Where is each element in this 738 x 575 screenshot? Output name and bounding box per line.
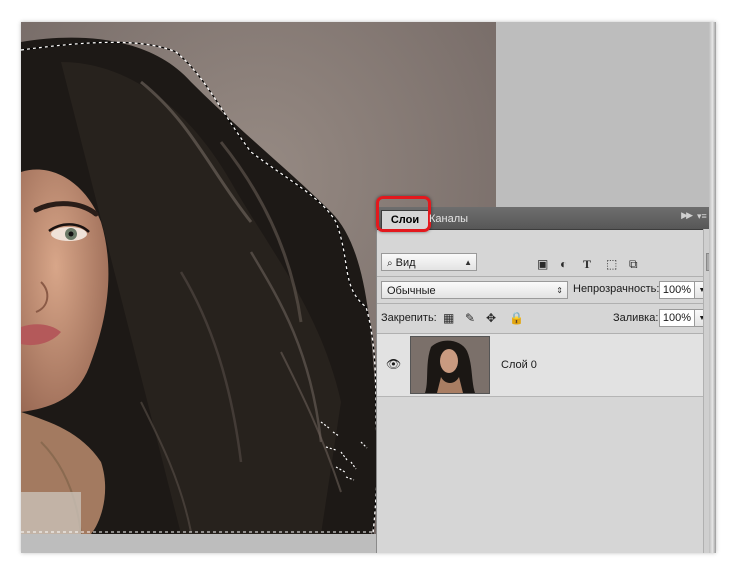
lock-label: Закрепить: xyxy=(381,312,437,324)
lock-position-icon[interactable]: ✥ xyxy=(486,311,496,325)
separator xyxy=(377,303,703,304)
lock-transparent-icon[interactable]: ▦ xyxy=(443,311,454,325)
type-filter-icon[interactable]: T xyxy=(583,257,591,272)
separator xyxy=(377,276,703,277)
canvas-pasteboard xyxy=(496,22,716,212)
filter-kind-label: Вид xyxy=(395,257,416,269)
eye-icon[interactable]: 👁 xyxy=(386,357,401,371)
shape-filter-icon[interactable]: ⬚ xyxy=(606,257,617,271)
filter-kind-select[interactable]: ⌕ Вид ▲ xyxy=(381,253,477,271)
fill-input[interactable]: 100% xyxy=(659,309,695,327)
blend-mode-select[interactable]: Обычные ⇕ xyxy=(381,281,568,299)
search-icon: ⌕ xyxy=(387,258,393,269)
layer-name[interactable]: Слой 0 xyxy=(501,359,537,371)
updown-icon: ▲ xyxy=(464,258,472,267)
adjustment-filter-icon[interactable]: ◐ xyxy=(560,257,567,271)
layer-thumbnail[interactable] xyxy=(410,336,490,394)
canvas-pasteboard-bottom xyxy=(21,534,376,553)
thumbnail-image xyxy=(411,337,489,393)
layer-row[interactable]: 👁 Слой 0 xyxy=(377,334,703,397)
lock-image-icon[interactable]: ✎ xyxy=(465,311,475,325)
smart-object-filter-icon[interactable]: ⧉ xyxy=(629,257,638,272)
image-filter-icon[interactable]: ▣ xyxy=(537,257,548,271)
panel-tab-bar: Слои Каналы ▶▶ ▾≡ xyxy=(376,196,716,232)
updown-icon: ⇕ xyxy=(556,286,563,295)
double-chevron-right-icon[interactable]: ▶▶ xyxy=(681,210,693,221)
tab-channels-label: Каналы xyxy=(429,213,469,225)
photoshop-window: Слои Каналы ▶▶ ▾≡ ⌕ Вид ▲ ▣ ◐ T ⬚ ⧉ Обыч… xyxy=(21,22,716,553)
opacity-label: Непрозрачность: xyxy=(573,283,660,295)
tab-channels[interactable]: Каналы xyxy=(423,210,474,229)
layers-panel: Слои Каналы ▶▶ ▾≡ ⌕ Вид ▲ ▣ ◐ T ⬚ ⧉ Обыч… xyxy=(376,196,716,553)
opacity-input[interactable]: 100% xyxy=(659,281,695,299)
fill-label: Заливка: xyxy=(613,312,659,324)
blend-mode-value: Обычные xyxy=(387,285,436,297)
window-edge xyxy=(709,22,716,553)
lock-all-icon[interactable]: 🔒 xyxy=(509,311,524,325)
